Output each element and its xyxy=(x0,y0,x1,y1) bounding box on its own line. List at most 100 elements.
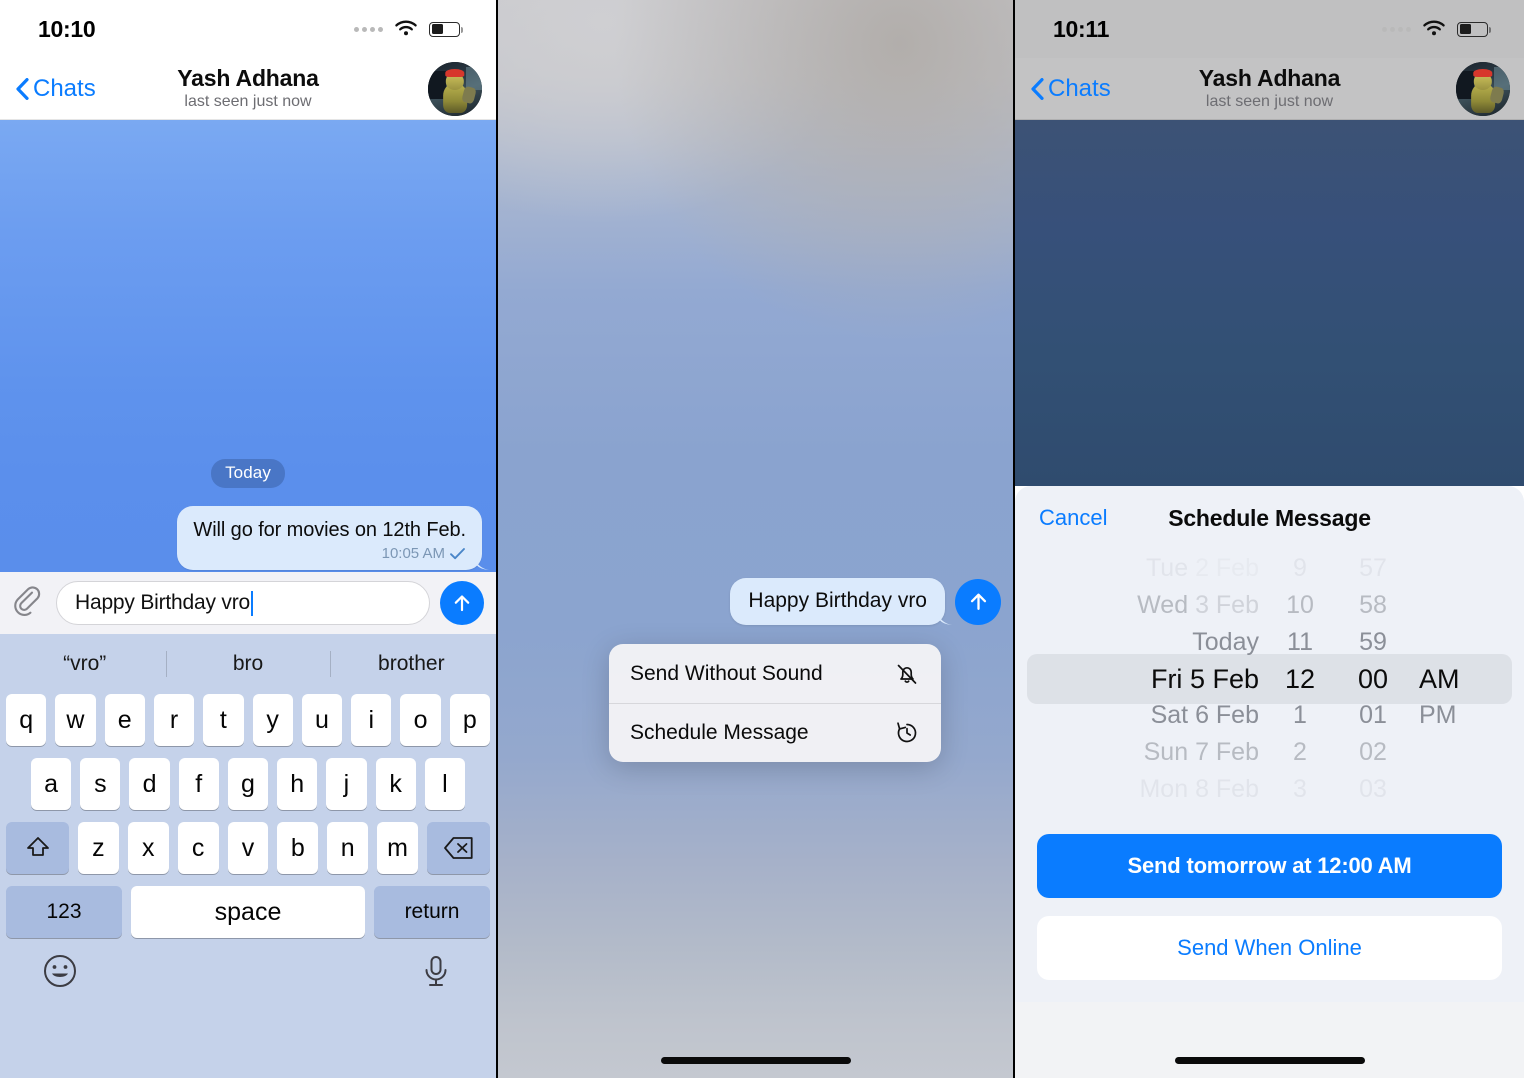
pending-message-bubble[interactable]: Happy Birthday vro xyxy=(730,578,945,625)
key-f[interactable]: f xyxy=(178,758,219,810)
key-h[interactable]: h xyxy=(277,758,318,810)
key-z[interactable]: z xyxy=(78,822,119,874)
keyboard-row-1: q w e r t y u i o p xyxy=(3,694,493,746)
key-l[interactable]: l xyxy=(424,758,465,810)
key-r[interactable]: r xyxy=(153,694,195,746)
picker-minute-item[interactable]: 58 xyxy=(1359,587,1387,624)
key-w[interactable]: w xyxy=(55,694,96,746)
back-to-chats-button[interactable]: Chats xyxy=(1029,75,1149,103)
bell-slash-icon xyxy=(897,664,917,684)
panel-send-options-menu: Happy Birthday vro Send Without Sound Sc… xyxy=(497,0,1014,1078)
key-p[interactable]: p xyxy=(449,694,490,746)
paperclip-icon[interactable] xyxy=(10,585,46,621)
status-indicators xyxy=(1382,20,1491,38)
shift-key[interactable] xyxy=(6,822,69,874)
menu-item-send-without-sound[interactable]: Send Without Sound xyxy=(609,644,941,703)
backspace-delete-icon xyxy=(443,837,473,859)
picker-date-item[interactable]: Tue 2 Feb xyxy=(1146,550,1259,587)
key-u[interactable]: u xyxy=(301,694,343,746)
picker-column-date[interactable]: Tue 2 Feb Wed 3 Feb Today Fri 5 Feb Sat xyxy=(1015,550,1265,808)
picker-hour-item-selected[interactable]: 12 xyxy=(1285,661,1315,698)
contact-avatar[interactable] xyxy=(1456,61,1510,116)
picker-date-item[interactable]: Sat 6 Feb xyxy=(1151,697,1259,734)
send-button[interactable] xyxy=(440,581,484,625)
picker-date-item[interactable]: Sun 7 Feb xyxy=(1144,734,1259,771)
clock-arrow-icon xyxy=(897,722,917,743)
picker-date-item-selected[interactable]: Fri 5 Feb xyxy=(1151,661,1259,698)
send-options-context-menu: Send Without Sound Schedule Message xyxy=(609,644,941,762)
picker-minute-item[interactable]: 57 xyxy=(1359,550,1387,587)
key-x[interactable]: x xyxy=(127,822,169,874)
message-input[interactable]: Happy Birthday vro xyxy=(56,581,430,625)
picker-date-item[interactable]: Mon 8 Feb xyxy=(1139,771,1259,808)
key-m[interactable]: m xyxy=(377,822,419,874)
picker-minute-item-selected[interactable]: 00 xyxy=(1358,661,1388,698)
numeric-key[interactable]: 123 xyxy=(6,886,122,938)
return-key[interactable]: return xyxy=(374,886,490,938)
wifi-icon xyxy=(395,20,417,36)
picker-minute-item[interactable]: 59 xyxy=(1359,624,1387,661)
picker-hour-item[interactable]: 2 xyxy=(1293,734,1307,771)
keyboard-row-4: 123 space return xyxy=(3,886,493,938)
picker-hour-item[interactable]: 1 xyxy=(1293,697,1307,734)
picker-hour-item[interactable]: 11 xyxy=(1287,624,1313,661)
wifi-icon xyxy=(1423,20,1445,36)
contact-avatar[interactable] xyxy=(428,61,482,116)
prediction-item[interactable]: brother xyxy=(330,652,493,676)
menu-item-schedule-message[interactable]: Schedule Message xyxy=(609,703,941,762)
key-d[interactable]: d xyxy=(129,758,170,810)
send-when-online-button[interactable]: Send When Online xyxy=(1037,916,1502,980)
send-scheduled-button[interactable]: Send tomorrow at 12:00 AM xyxy=(1037,834,1502,898)
key-k[interactable]: k xyxy=(375,758,416,810)
dimmed-chat-backdrop[interactable] xyxy=(1015,120,1524,486)
picker-hour-item[interactable]: 9 xyxy=(1293,550,1307,587)
backspace-key[interactable] xyxy=(427,822,491,874)
key-a[interactable]: a xyxy=(31,758,72,810)
menu-overlay: Happy Birthday vro Send Without Sound Sc… xyxy=(498,0,1013,1078)
key-s[interactable]: s xyxy=(80,758,121,810)
status-indicators xyxy=(354,20,463,38)
key-o[interactable]: o xyxy=(400,694,441,746)
picker-hour-item[interactable]: 3 xyxy=(1293,771,1307,808)
key-q[interactable]: q xyxy=(6,694,47,746)
sheet-actions: Send tomorrow at 12:00 AM Send When Onli… xyxy=(1015,834,1524,980)
key-c[interactable]: c xyxy=(177,822,219,874)
status-time: 10:10 xyxy=(38,15,96,42)
smiley-face-icon[interactable] xyxy=(41,952,79,990)
three-panel-screenshot: 10:10 Chats Yash Adhana last seen just n… xyxy=(0,0,1524,1078)
picker-column-meridiem[interactable]: AM PM xyxy=(1411,550,1511,808)
picker-meridiem-item-selected[interactable]: AM xyxy=(1419,661,1460,698)
picker-hour-item[interactable]: 10 xyxy=(1286,587,1314,624)
key-t[interactable]: t xyxy=(203,694,244,746)
message-bubble-outgoing[interactable]: Will go for movies on 12th Feb. 10:05 AM xyxy=(177,506,482,570)
space-key[interactable]: space xyxy=(131,886,365,938)
key-v[interactable]: v xyxy=(227,822,269,874)
microphone-icon[interactable] xyxy=(417,952,455,990)
picker-minute-item[interactable]: 02 xyxy=(1359,734,1387,771)
panel-schedule-sheet: 10:11 Chats Yash Adhana last seen just n… xyxy=(1014,0,1524,1078)
picker-minute-item[interactable]: 01 xyxy=(1359,697,1387,734)
datetime-picker[interactable]: Tue 2 Feb Wed 3 Feb Today Fri 5 Feb Sat xyxy=(1015,550,1524,808)
key-n[interactable]: n xyxy=(327,822,369,874)
key-b[interactable]: b xyxy=(277,822,319,874)
battery-icon xyxy=(429,21,463,37)
picker-column-hour[interactable]: 9 10 11 12 1 2 3 xyxy=(1265,550,1335,808)
send-button[interactable] xyxy=(955,578,1001,625)
prediction-item[interactable]: “vro” xyxy=(3,652,166,676)
picker-meridiem-item[interactable]: PM xyxy=(1419,697,1457,734)
cancel-button[interactable]: Cancel xyxy=(1039,505,1107,531)
key-y[interactable]: y xyxy=(252,694,293,746)
signal-dots-icon xyxy=(1382,26,1411,32)
picker-column-minute[interactable]: 57 58 59 00 01 02 03 xyxy=(1335,550,1411,808)
key-e[interactable]: e xyxy=(104,694,145,746)
picker-date-item[interactable]: Wed 3 Feb xyxy=(1137,587,1259,624)
prediction-item[interactable]: bro xyxy=(166,652,329,676)
shift-up-arrow-icon xyxy=(26,837,49,856)
back-to-chats-button[interactable]: Chats xyxy=(14,75,134,103)
picker-date-item[interactable]: Today xyxy=(1192,624,1259,661)
key-i[interactable]: i xyxy=(351,694,392,746)
picker-minute-item[interactable]: 03 xyxy=(1359,771,1387,808)
back-label: Chats xyxy=(1048,74,1111,102)
key-g[interactable]: g xyxy=(227,758,269,810)
key-j[interactable]: j xyxy=(326,758,367,810)
